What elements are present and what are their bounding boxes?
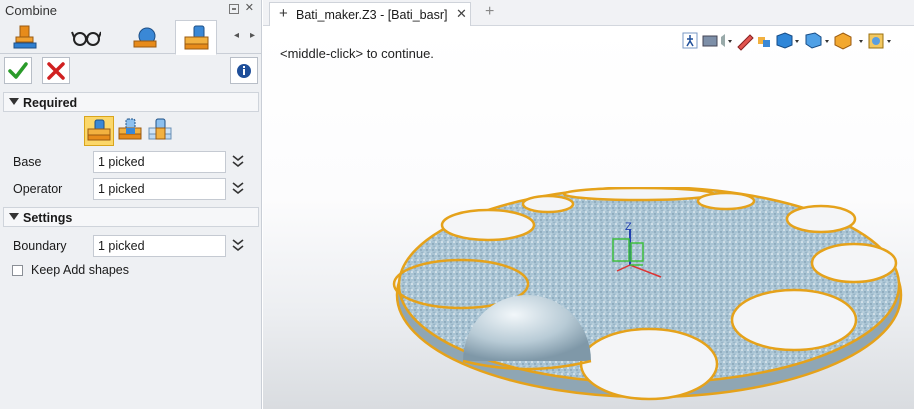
- combine-icon: [184, 25, 209, 50]
- intersect-mode-button[interactable]: [146, 116, 176, 146]
- view-toolbar: [682, 32, 891, 51]
- collapse-triangle-icon: [9, 98, 19, 105]
- tab-scroll-left-icon[interactable]: ◂: [234, 30, 239, 41]
- collapse-triangle-icon: [9, 213, 19, 220]
- base-field-row: Base 1 picked: [3, 151, 259, 173]
- intersect-mode-icon: [148, 118, 172, 140]
- close-icon[interactable]: ✕: [245, 1, 254, 14]
- required-label: Required: [23, 96, 78, 110]
- dropdown-arrow-icon[interactable]: [887, 40, 891, 43]
- document-tab-title: Bati_maker.Z3 - [Bati_basr]: [296, 8, 448, 22]
- cancel-button[interactable]: [42, 57, 70, 84]
- display-settings-icon[interactable]: [868, 33, 884, 49]
- base-label: Base: [13, 155, 42, 169]
- cubes-icon[interactable]: [758, 37, 770, 47]
- checkmark-icon: [8, 62, 28, 79]
- panel-title: Combine: [5, 3, 58, 18]
- pencil-icon[interactable]: [737, 34, 754, 51]
- document-plus-icon: +: [279, 5, 288, 22]
- settings-header[interactable]: Settings: [3, 207, 259, 227]
- view-cube-icon[interactable]: [805, 32, 822, 49]
- render-mode-icon[interactable]: [834, 32, 852, 50]
- add-mode-button[interactable]: [84, 116, 114, 146]
- document-area: + Bati_maker.Z3 - [Bati_basr] ✕ + <middl…: [263, 0, 914, 409]
- 3d-model[interactable]: Z: [381, 187, 914, 409]
- tab-glasses[interactable]: [65, 20, 107, 54]
- operator-label: Operator: [13, 182, 63, 196]
- glasses-icon: [71, 31, 101, 46]
- svg-text:Z: Z: [625, 221, 632, 233]
- keep-add-shapes-label: Keep Add shapes: [31, 263, 129, 277]
- new-tab-icon[interactable]: +: [485, 3, 494, 21]
- panel-title-bar: Combine ✕: [0, 0, 261, 20]
- tab-combine[interactable]: [175, 20, 217, 55]
- remove-mode-icon: [118, 118, 142, 140]
- settings-section: Settings: [3, 207, 259, 227]
- info-button[interactable]: [230, 57, 258, 84]
- action-row: [0, 55, 262, 87]
- required-header[interactable]: Required: [3, 92, 259, 112]
- operator-field-row: Operator 1 picked: [3, 178, 259, 200]
- dropdown-arrow-icon[interactable]: [728, 40, 732, 43]
- required-section: Required: [3, 92, 259, 112]
- viewport-hint: <middle-click> to continue.: [280, 46, 434, 61]
- tab-shapes[interactable]: [124, 20, 166, 54]
- shapes-icon: [133, 27, 157, 48]
- panel-tabs: ◂ ▸: [0, 20, 262, 55]
- boundary-field[interactable]: 1 picked: [93, 235, 226, 257]
- double-chevron-down-icon[interactable]: [232, 181, 244, 195]
- dropdown-arrow-icon[interactable]: [825, 40, 829, 43]
- stamp-icon: [13, 25, 37, 49]
- cancel-x-icon: [47, 62, 65, 80]
- double-chevron-down-icon[interactable]: [232, 238, 244, 252]
- 3d-viewport[interactable]: <middle-click> to continue. Z: [263, 27, 914, 409]
- close-tab-icon[interactable]: ✕: [456, 6, 467, 22]
- document-tab-bar: + Bati_maker.Z3 - [Bati_basr] ✕ +: [263, 0, 914, 26]
- tab-scroll-right-icon[interactable]: ▸: [250, 30, 255, 41]
- combine-panel: Combine ✕ ◂ ▸ Required Base 1 picked Ope…: [0, 0, 262, 409]
- double-chevron-down-icon[interactable]: [232, 154, 244, 168]
- remove-mode-button[interactable]: [116, 116, 146, 146]
- ok-button[interactable]: [4, 57, 32, 84]
- camera-icon[interactable]: [702, 34, 725, 47]
- operator-field[interactable]: 1 picked: [93, 178, 226, 200]
- add-mode-icon: [87, 119, 111, 141]
- boundary-label: Boundary: [13, 239, 67, 253]
- cube-icon[interactable]: [776, 32, 793, 49]
- dropdown-arrow-icon[interactable]: [859, 40, 863, 43]
- walk-icon[interactable]: [682, 32, 698, 49]
- pin-icon[interactable]: [229, 4, 239, 14]
- dropdown-arrow-icon[interactable]: [795, 40, 799, 43]
- base-field[interactable]: 1 picked: [93, 151, 226, 173]
- settings-label: Settings: [23, 211, 73, 225]
- document-tab[interactable]: + Bati_maker.Z3 - [Bati_basr] ✕: [269, 2, 471, 26]
- tab-stamp[interactable]: [4, 20, 46, 54]
- keep-add-shapes-checkbox[interactable]: [12, 265, 23, 276]
- boundary-field-row: Boundary 1 picked: [3, 235, 259, 257]
- info-icon: [237, 64, 251, 78]
